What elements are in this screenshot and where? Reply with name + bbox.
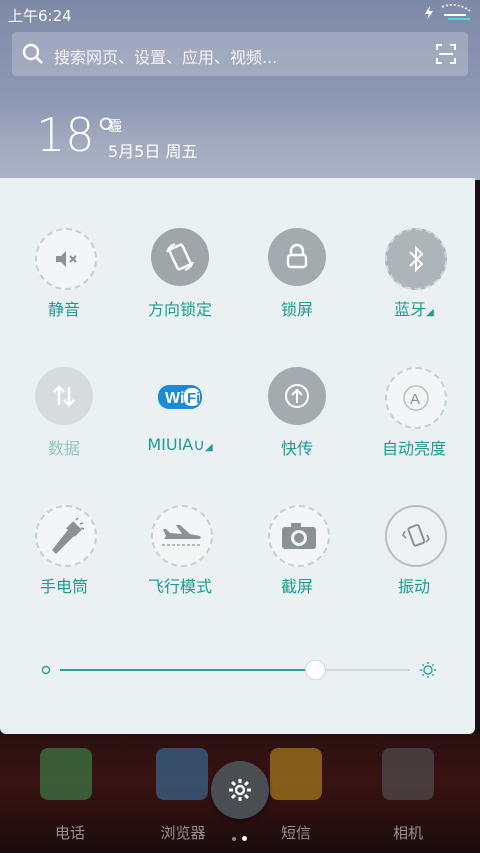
- auto-brightness-icon: A: [385, 367, 447, 429]
- toggle-label: MIUIA∪◢: [147, 435, 213, 454]
- svg-text:A: A: [410, 391, 420, 408]
- toggle-label: 数据: [47, 439, 80, 458]
- brightness-thumb: [305, 659, 326, 681]
- brightness-slider[interactable]: [40, 659, 440, 681]
- phone-app-icon[interactable]: [40, 748, 92, 800]
- svg-text:Fi: Fi: [187, 390, 200, 407]
- quick-settings-panel: 静音 方向锁定 锁屏 蓝牙◢ 数据 Wi Fi MIUIA∪◢ 快传 A 自动亮…: [0, 178, 475, 734]
- status-bar: 上午6:24: [0, 0, 480, 28]
- lock-icon: [268, 228, 326, 286]
- dock-label-phone: 电话: [54, 824, 85, 842]
- screenshot-icon: [268, 505, 330, 567]
- mute-icon: [35, 228, 97, 290]
- page-indicator: [232, 826, 247, 845]
- toggle-data[interactable]: 数据: [5, 367, 125, 487]
- flashlight-icon: [35, 505, 97, 567]
- toggle-transfer[interactable]: 快传: [238, 367, 358, 487]
- brightness-high-icon: [420, 662, 436, 678]
- toggle-rotation-lock[interactable]: 方向锁定: [121, 228, 241, 348]
- toggle-label: 方向锁定: [147, 300, 212, 319]
- toggle-label: 快传: [280, 439, 313, 458]
- weather-date: 5月5日 周五: [108, 142, 198, 161]
- toggle-label: 飞行模式: [147, 577, 212, 596]
- toggle-label: 手电筒: [39, 577, 88, 596]
- toggle-airplane[interactable]: 飞行模式: [121, 505, 241, 625]
- transfer-icon: [268, 367, 326, 425]
- dock-label-messages: 短信: [280, 824, 311, 842]
- toggle-screenshot[interactable]: 截屏: [238, 505, 358, 625]
- toggle-vibrate[interactable]: 振动: [355, 505, 475, 625]
- dock-label-browser: 浏览器: [160, 824, 206, 842]
- vibrate-icon: [385, 505, 447, 567]
- search-icon: [22, 43, 43, 64]
- brightness-low-icon: [41, 665, 51, 675]
- weather-condition: 霾: [108, 119, 122, 135]
- toggle-label: 蓝牙◢: [394, 300, 434, 319]
- toggle-label: 截屏: [280, 577, 313, 596]
- status-time: 上午6:24: [8, 7, 72, 25]
- toggle-auto-brightness[interactable]: A 自动亮度: [355, 367, 475, 487]
- bluetooth-icon: [385, 228, 447, 290]
- camera-app-icon[interactable]: [382, 748, 434, 800]
- airplane-icon: [151, 505, 213, 567]
- svg-text:Wi: Wi: [165, 390, 184, 407]
- toggle-label: 锁屏: [280, 300, 313, 319]
- data-icon: [35, 367, 93, 425]
- scan-icon[interactable]: [436, 44, 456, 64]
- search-bar[interactable]: 搜索网页、设置、应用、视频...: [12, 32, 468, 76]
- charging-icon: [425, 6, 433, 20]
- toggle-flashlight[interactable]: 手电筒: [5, 505, 125, 625]
- toggle-bluetooth[interactable]: 蓝牙◢: [355, 228, 475, 348]
- gear-icon: [229, 779, 251, 801]
- weather-temperature: 18°: [36, 108, 118, 162]
- settings-button[interactable]: [211, 761, 269, 819]
- weather-widget[interactable]: 18° 霾 5月5日 周五: [36, 108, 197, 162]
- toggle-lock-screen[interactable]: 锁屏: [238, 228, 358, 348]
- toggle-label: 自动亮度: [381, 439, 446, 458]
- search-placeholder: 搜索网页、设置、应用、视频...: [54, 48, 278, 67]
- browser-app-icon[interactable]: [156, 748, 208, 800]
- rotation-lock-icon: [151, 228, 209, 286]
- toggle-mute[interactable]: 静音: [5, 228, 125, 348]
- signal-icon: [441, 3, 471, 20]
- toggle-label: 静音: [47, 300, 80, 319]
- dock-label-camera: 相机: [392, 824, 423, 842]
- toggle-wifi[interactable]: Wi Fi MIUIA∪◢: [121, 367, 241, 487]
- messages-app-icon[interactable]: [270, 748, 322, 800]
- wifi-icon: Wi Fi: [151, 367, 209, 425]
- toggle-label: 振动: [397, 577, 430, 596]
